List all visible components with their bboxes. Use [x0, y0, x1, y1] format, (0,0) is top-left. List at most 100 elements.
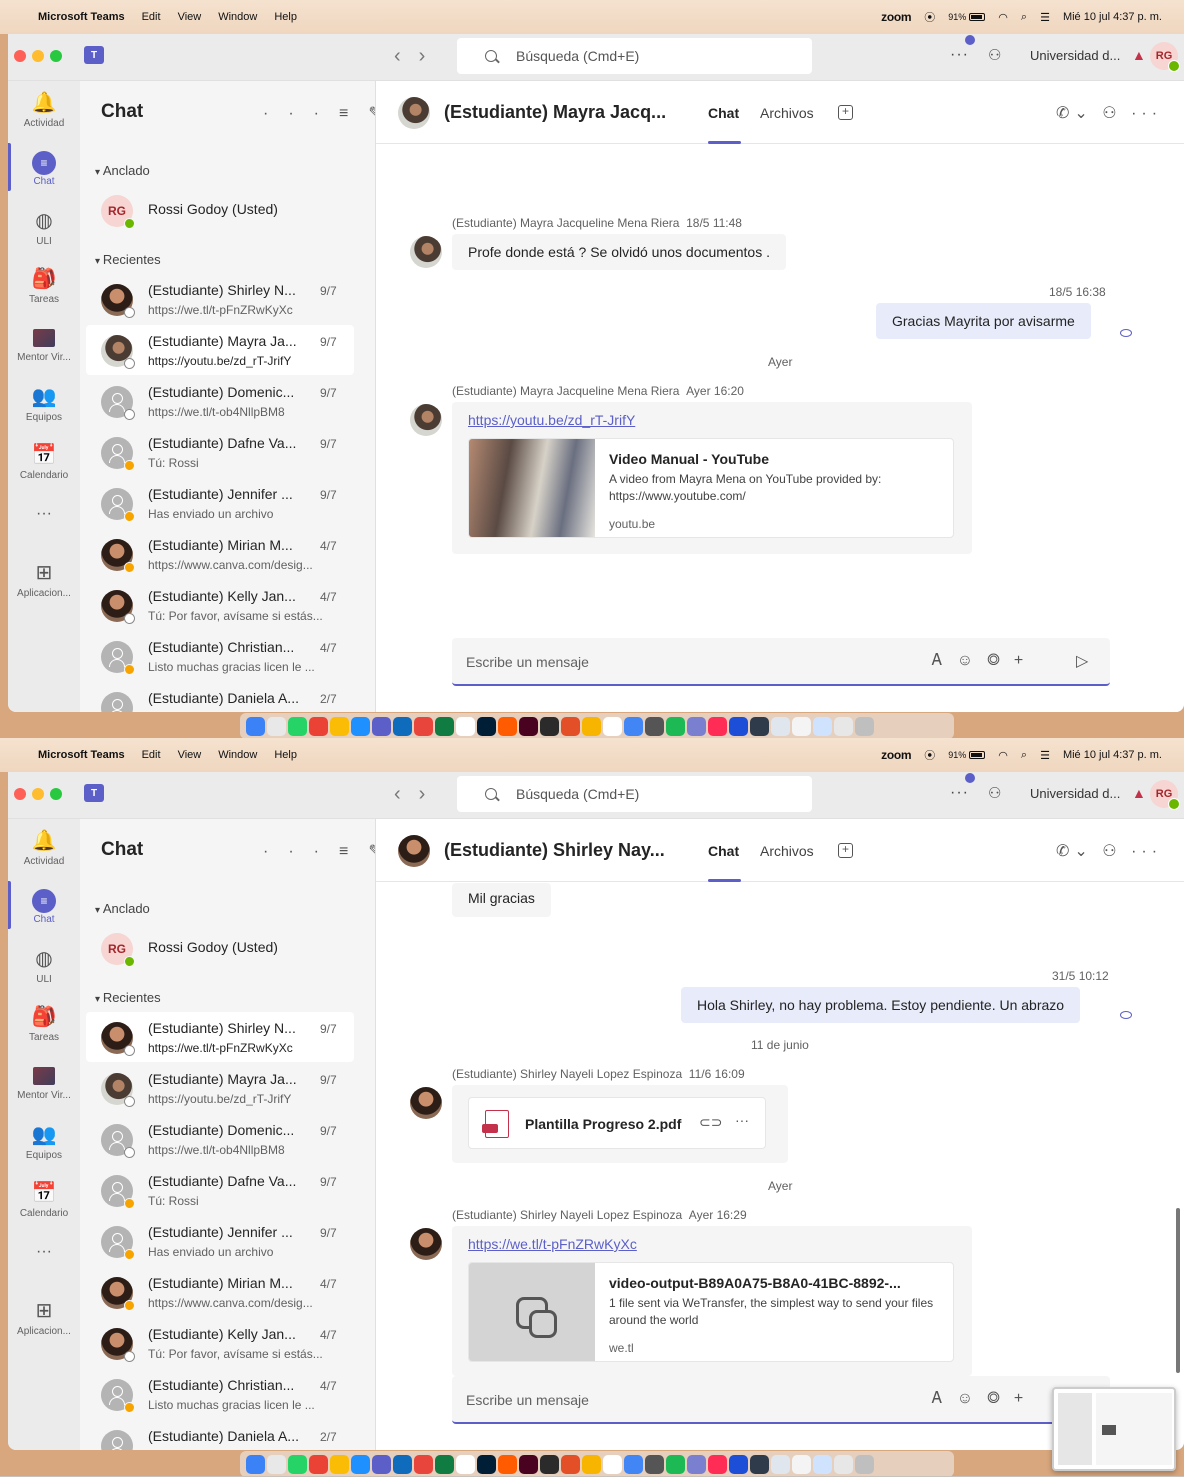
dock-app-icon[interactable] [435, 1454, 454, 1474]
call-icon[interactable]: ✆⌄ [1056, 105, 1093, 122]
dock-app-icon[interactable] [687, 1454, 706, 1474]
add-people-icon[interactable]: ⚇ [1102, 105, 1121, 122]
control-center-icon[interactable]: ☰ [1040, 749, 1050, 762]
chat-row[interactable]: (Estudiante) Shirley N... 9/7 https://we.t… [86, 274, 354, 324]
dock-app-icon[interactable] [435, 716, 454, 736]
dock-app-icon[interactable] [246, 1454, 265, 1474]
rail-item-uli[interactable]: ◍ ULI [8, 209, 80, 247]
message-link[interactable]: https://we.tl/t-pFnZRwKyXc [468, 1236, 637, 1252]
dock-app-icon[interactable] [792, 1454, 811, 1474]
profile-avatar[interactable]: RG [1150, 42, 1180, 72]
tab-files[interactable]: Archivos [760, 105, 814, 121]
tab-chat[interactable]: Chat [708, 105, 739, 121]
dock-app-icon[interactable] [687, 716, 706, 736]
nav-arrows[interactable]: ‹› [394, 45, 443, 68]
people-icon[interactable]: ⚇ [988, 784, 1001, 802]
record-icon[interactable]: ⦿ [924, 9, 935, 25]
section-pinned[interactable]: Anclado [95, 901, 150, 916]
file-card[interactable]: Plantilla Progreso 2.pdf ⊂⊃ ··· [468, 1097, 766, 1149]
new-chat-icon[interactable]: ✎ [368, 843, 375, 860]
menu-view[interactable]: View [178, 749, 202, 761]
chat-row-pinned[interactable]: RG Rossi Godoy (Usted) [86, 185, 354, 235]
rail-item-mentor[interactable]: Mentor Vir... [8, 325, 80, 363]
chat-row-pinned[interactable]: RG Rossi Godoy (Usted) [86, 923, 354, 973]
dock-app-icon[interactable] [582, 716, 601, 736]
dock-app-icon[interactable] [372, 716, 391, 736]
dock-app-icon[interactable] [498, 716, 517, 736]
dock-app-icon[interactable] [771, 1454, 790, 1474]
dock-app-icon[interactable] [393, 1454, 412, 1474]
dock-app-icon[interactable] [393, 716, 412, 736]
dock-app-icon[interactable] [561, 716, 580, 736]
add-tab-icon[interactable]: + [838, 843, 853, 858]
dock-app-icon[interactable] [666, 716, 685, 736]
rail-item-activity[interactable]: 🔔 Actividad [8, 829, 80, 867]
dock-app-icon[interactable] [813, 716, 832, 736]
wifi-icon[interactable]: ◠ [998, 749, 1008, 762]
dock-app-icon[interactable] [330, 1454, 349, 1474]
dock-app-icon[interactable] [477, 716, 496, 736]
section-recent[interactable]: Recientes [95, 990, 161, 1005]
dock-app-icon[interactable] [498, 1454, 517, 1474]
search-box[interactable]: Búsqueda (Cmd+E) [457, 776, 812, 812]
people-icon[interactable]: ⚇ [988, 46, 1001, 64]
header-more-icon[interactable]: ··· [1131, 843, 1162, 860]
dock-app-icon[interactable] [855, 1454, 874, 1474]
link-preview-card[interactable]: video-output-B89A0A75-B8A0-41BC-8892-...… [468, 1262, 954, 1362]
rail-item-apps[interactable]: ⊞ Aplicacion... [8, 561, 80, 599]
dock-app-icon[interactable] [414, 716, 433, 736]
my-message-bubble[interactable]: Hola Shirley, no hay problema. Estoy pen… [681, 987, 1081, 1023]
dock-app-icon[interactable] [666, 1454, 685, 1474]
chat-row[interactable]: (Estudiante) Kelly Jan... 4/7 Tú: Por favo… [86, 1318, 354, 1368]
menu-view[interactable]: View [178, 11, 202, 23]
dock-app-icon[interactable] [729, 1454, 748, 1474]
zoom-status[interactable]: zoom [881, 748, 911, 762]
conversation-title[interactable]: (Estudiante) Shirley Nay... [444, 840, 665, 861]
message-input[interactable]: Escribe un mensaje [466, 1392, 589, 1408]
send-icon[interactable]: ▷ [1076, 651, 1088, 671]
dock-app-icon[interactable] [540, 1454, 559, 1474]
dock-app-icon[interactable] [330, 716, 349, 736]
link-preview-card[interactable]: Video Manual - YouTube A video from Mayr… [468, 438, 954, 538]
message-input[interactable]: Escribe un mensaje [466, 654, 589, 670]
profile-avatar[interactable]: RG [1150, 780, 1180, 810]
more-icon[interactable]: ··· [263, 105, 339, 122]
chat-row[interactable]: (Estudiante) Mirian M... 4/7 https://www.c… [86, 1267, 354, 1317]
spotlight-icon[interactable]: ⌕ [1021, 11, 1027, 24]
dock-app-icon[interactable] [792, 716, 811, 736]
copy-link-icon[interactable]: ⊂⊃ [699, 1114, 722, 1131]
menu-edit[interactable]: Edit [142, 11, 161, 23]
dock-app-icon[interactable] [540, 716, 559, 736]
screenshot-thumbnail-preview[interactable] [1052, 1387, 1176, 1471]
dock-app-icon[interactable] [519, 716, 538, 736]
dock-app-icon[interactable] [645, 716, 664, 736]
dock-app-icon[interactable] [582, 1454, 601, 1474]
dock-app-icon[interactable] [477, 1454, 496, 1474]
dock-app-icon[interactable] [519, 1454, 538, 1474]
rail-item-equipos[interactable]: 👥 Equipos [8, 1123, 80, 1161]
section-pinned[interactable]: Anclado [95, 163, 150, 178]
dock-app-icon[interactable] [603, 1454, 622, 1474]
message-bubble[interactable]: Profe donde está ? Se olvidó unos docume… [452, 234, 786, 270]
menu-window[interactable]: Window [218, 749, 257, 761]
section-recent[interactable]: Recientes [95, 252, 161, 267]
chat-row[interactable]: (Estudiante) Daniela A... 2/7 [86, 1420, 354, 1450]
rail-more-button[interactable]: ··· [8, 1243, 80, 1261]
chat-row[interactable]: (Estudiante) Jennifer ... 9/7 Has enviado … [86, 1216, 354, 1266]
dock-app-icon[interactable] [309, 716, 328, 736]
rail-item-mentor[interactable]: Mentor Vir... [8, 1063, 80, 1101]
message-bubble[interactable]: Mil gracias [452, 883, 551, 917]
chat-row[interactable]: (Estudiante) Daniela A... 2/7 [86, 682, 354, 712]
menu-edit[interactable]: Edit [142, 749, 161, 761]
dock-app-icon[interactable] [729, 716, 748, 736]
dock-app-icon[interactable] [351, 716, 370, 736]
rail-item-activity[interactable]: 🔔 Actividad [8, 91, 80, 129]
org-switcher[interactable]: Universidad d... [1030, 786, 1120, 801]
minimize-window-button[interactable] [32, 788, 44, 800]
dock-app-icon[interactable] [456, 1454, 475, 1474]
header-more-icon[interactable]: ··· [1131, 105, 1162, 122]
compose-box[interactable]: Escribe un mensaje Ꭺ☺◎+ ▷ [452, 638, 1110, 686]
battery-status[interactable]: 91% [948, 11, 986, 23]
file-more-icon[interactable]: ··· [735, 1112, 749, 1128]
new-chat-icon[interactable]: ✎ [368, 105, 375, 122]
